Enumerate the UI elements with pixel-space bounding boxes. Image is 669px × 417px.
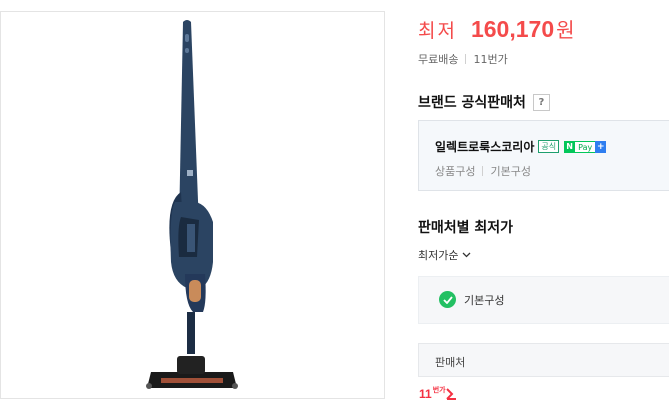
filter-basic-config[interactable]: 기본구성 [439, 291, 504, 308]
npay-logo-icon: N [564, 140, 576, 153]
sort-label: 최저가순 [418, 249, 459, 262]
11st-mall-logo[interactable]: 11 번가 [419, 387, 457, 401]
price-prefix: 최저 [418, 20, 457, 42]
divider [482, 166, 484, 176]
column-seller: 판매처 [435, 356, 466, 369]
price-meta: 무료배송 11번가 [418, 51, 508, 67]
seller-product-config: 상품구성 기본구성 [435, 163, 531, 179]
filter-label: 기본구성 [464, 293, 505, 307]
logo-number: 11 [419, 387, 432, 401]
config-label: 상품구성 [435, 165, 476, 178]
divider [465, 54, 467, 64]
brand-title-label: 브랜드 공식판매처 [418, 95, 526, 111]
seller-name-row: 일렉트로룩스코리아 공식 N Pay + [435, 138, 607, 155]
logo-arrow-icon [445, 388, 456, 400]
price-value: 160,170 [470, 16, 555, 42]
npay-badge: N Pay + [564, 140, 607, 153]
product-image-frame[interactable] [0, 11, 385, 399]
config-value: 기본구성 [490, 165, 531, 178]
npay-text: Pay [575, 140, 596, 153]
logo-suffix: 번가 [432, 387, 446, 394]
seller-table-header: 판매처 [418, 343, 669, 377]
official-seller-card[interactable]: 일렉트로룩스코리아 공식 N Pay + 상품구성 기본구성 [418, 120, 669, 191]
brand-official-seller-title: 브랜드 공식판매처 ? [418, 92, 550, 112]
lowest-price: 최저 160,170 원 [418, 14, 575, 44]
sellers-section-title: 판매처별 최저가 [418, 220, 514, 236]
sort-dropdown[interactable]: 최저가순 [418, 247, 471, 263]
npay-plus-icon: + [595, 140, 607, 153]
seller-name[interactable]: 일렉트로룩스코리아 [435, 138, 534, 155]
check-icon [439, 291, 456, 308]
official-badge: 공식 [538, 140, 560, 153]
mall-count: 11번가 [473, 53, 508, 66]
shipping-info: 무료배송 [418, 53, 459, 66]
price-unit: 원 [556, 18, 575, 42]
help-button[interactable]: ? [532, 93, 550, 111]
option-filter-box: 기본구성 [418, 276, 669, 324]
vacuum-product-image [146, 20, 238, 389]
chevron-down-icon [463, 252, 471, 258]
